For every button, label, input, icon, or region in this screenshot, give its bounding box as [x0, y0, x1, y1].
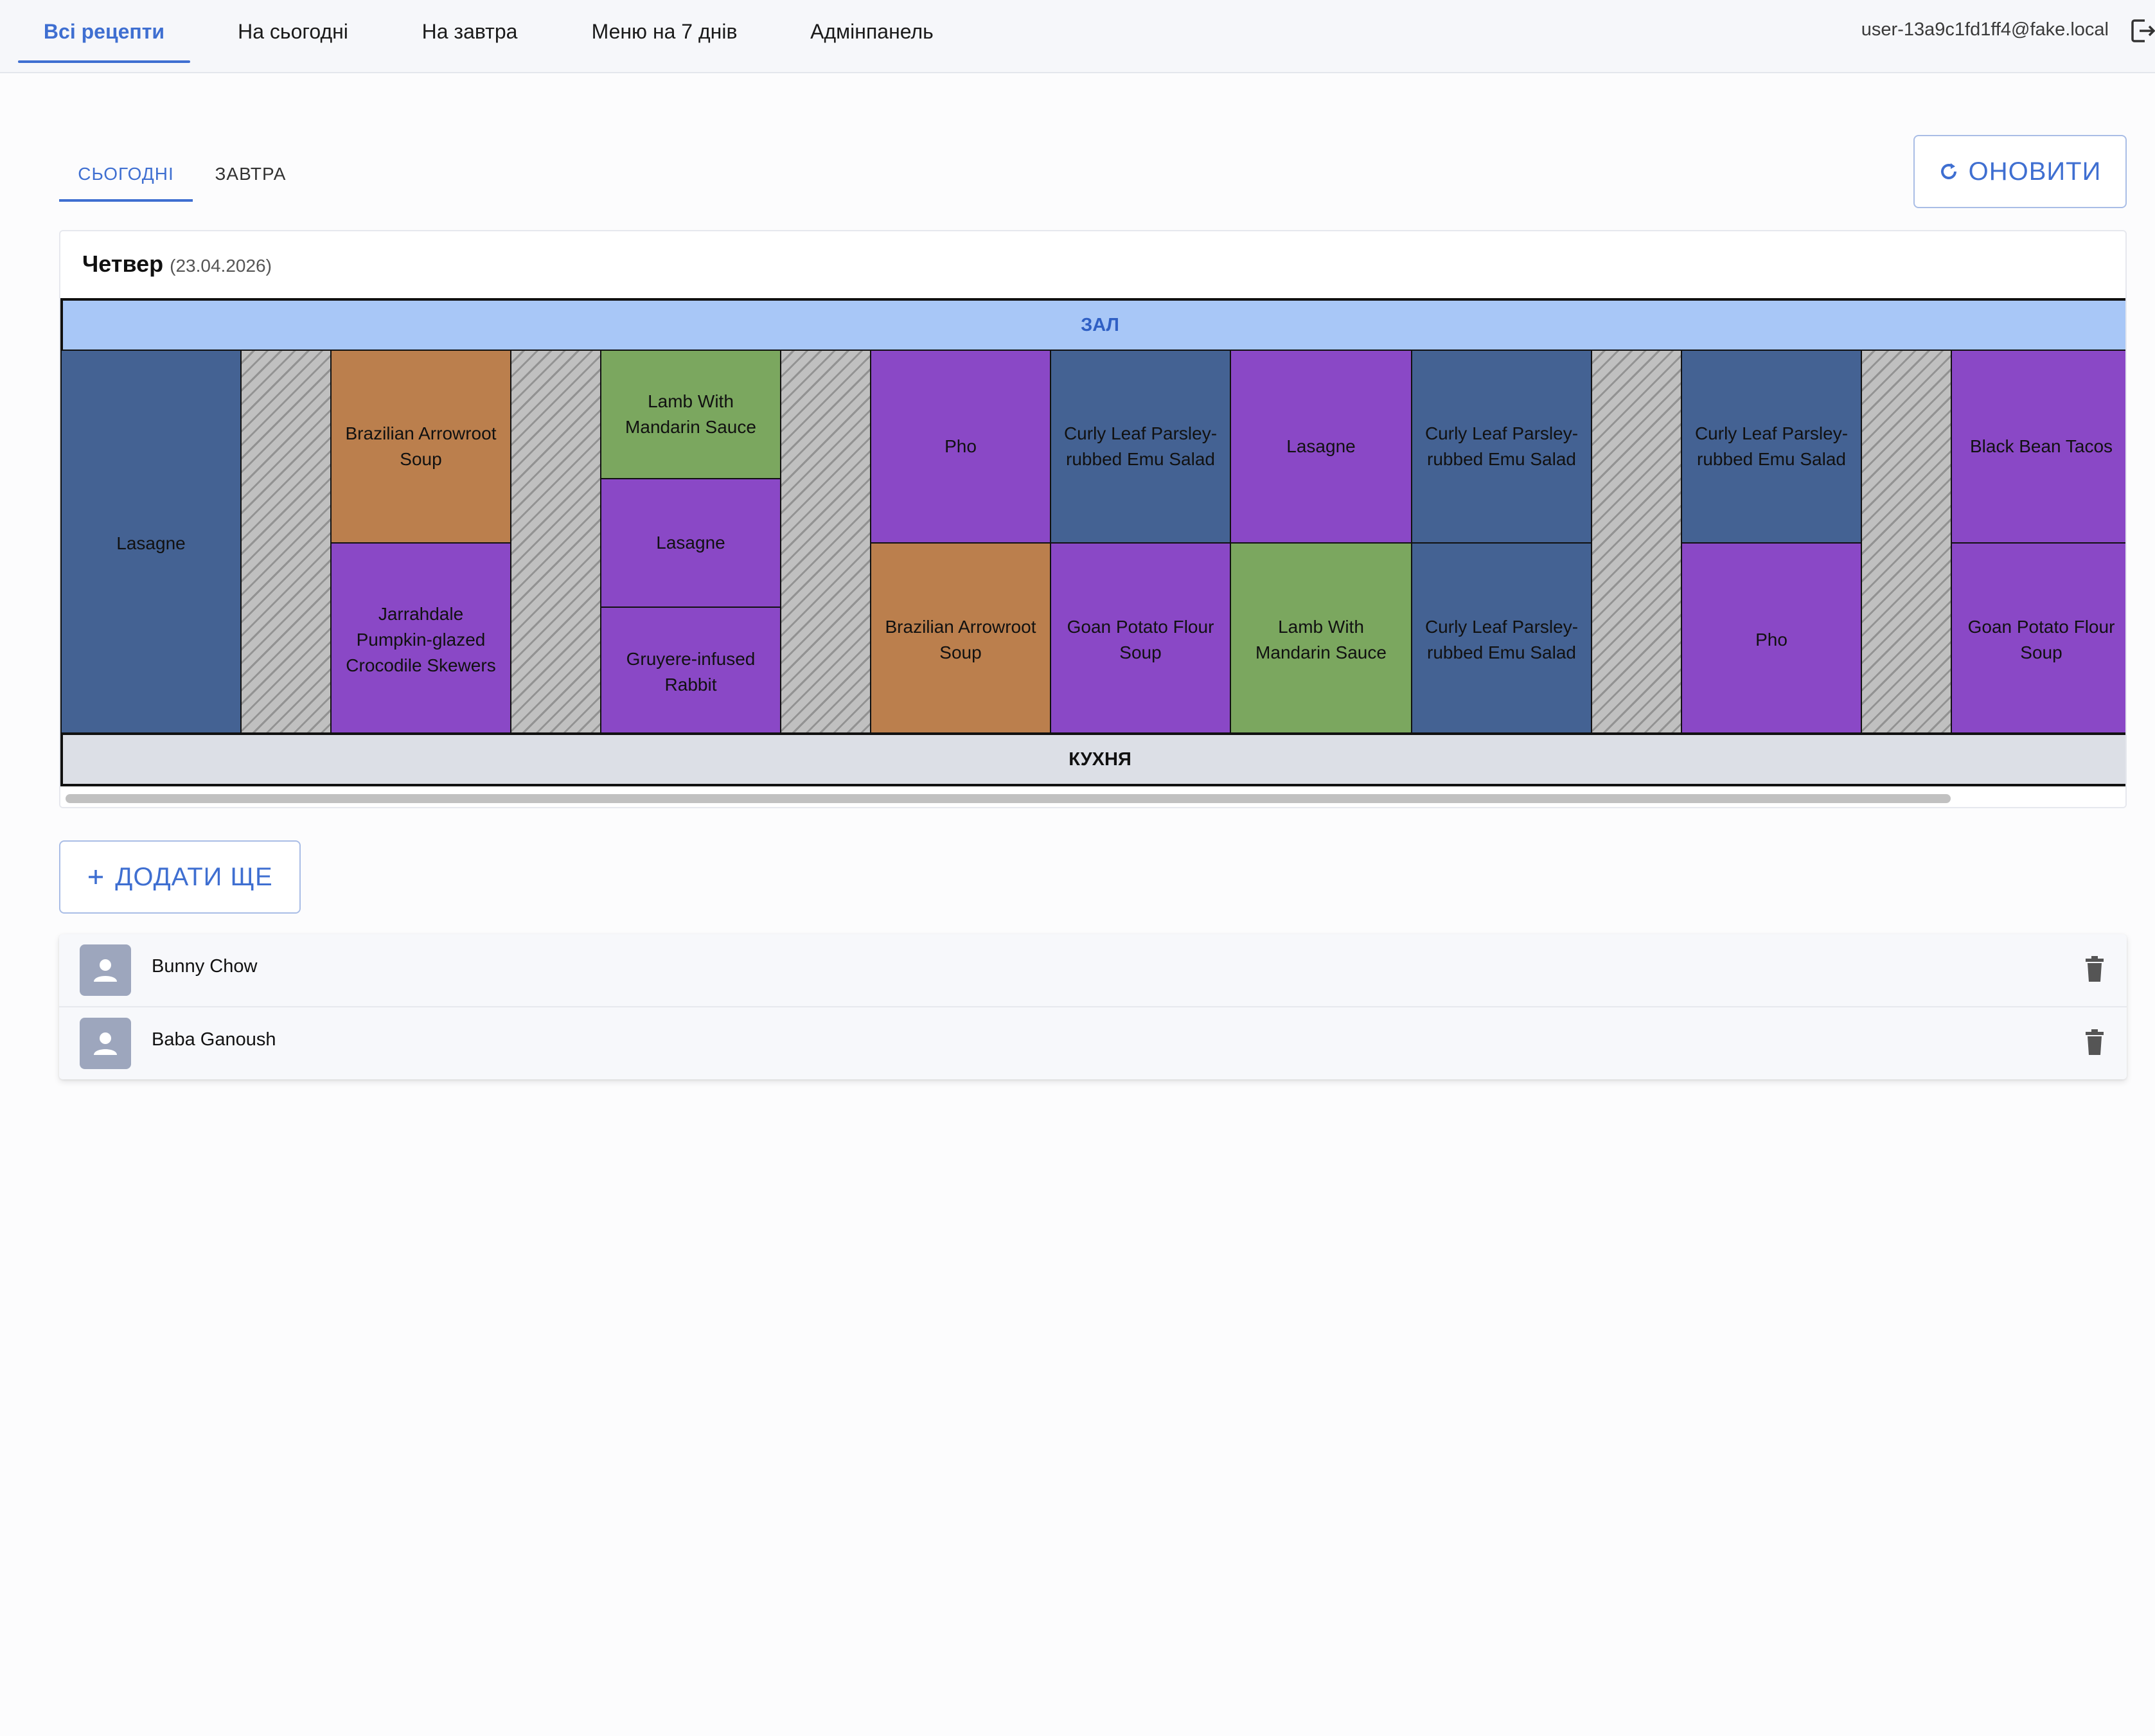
schedule-cell[interactable]: Gruyere-infused Rabbit: [600, 607, 781, 738]
schedule-cell[interactable]: Curly Leaf Parsley-rubbed Emu Salad: [1411, 350, 1592, 544]
schedule-cell[interactable]: Curly Leaf Parsley-rubbed Emu Salad: [1050, 350, 1231, 544]
empty-slot: [780, 350, 871, 738]
nav-tab-today[interactable]: На сьогодні: [218, 0, 368, 63]
schedule-day: Четвер: [82, 251, 164, 277]
refresh-button[interactable]: ОНОВИТИ: [1913, 135, 2127, 208]
empty-slot: [1591, 350, 1682, 738]
nav-tab-admin-panel[interactable]: Адмінпанель: [793, 0, 951, 63]
schedule-cell[interactable]: Black Bean Tacos: [1951, 350, 2125, 544]
user-email: user-13a9c1fd1ff4@fake.local: [1861, 19, 2109, 40]
kitchen-label: КУХНЯ: [1069, 748, 1131, 770]
schedule-cell[interactable]: Jarrahdale Pumpkin-glazed Crocodile Skew…: [330, 542, 511, 738]
schedule-cell[interactable]: Goan Potato Flour Soup: [1050, 542, 1231, 738]
list-item[interactable]: Baba Ganoush: [59, 1006, 2127, 1078]
logout-icon[interactable]: [2129, 17, 2155, 45]
schedule-cell[interactable]: Pho: [1681, 542, 1862, 738]
schedule-card: Четвер (23.04.2026) ЗАЛ Lasagne Brazilian…: [59, 230, 2127, 808]
schedule-cell[interactable]: Brazilian Arrowroot Soup: [330, 350, 511, 544]
schedule-cell[interactable]: Brazilian Arrowroot Soup: [870, 542, 1051, 738]
schedule-cell[interactable]: Lamb With Mandarin Sauce: [1230, 542, 1412, 738]
list-item-label: Baba Ganoush: [152, 1029, 276, 1050]
hall-band: ЗАЛ: [60, 298, 2125, 352]
avatar: [80, 1018, 131, 1069]
subtab-today[interactable]: СЬОГОДНІ: [59, 146, 193, 202]
schedule-cell[interactable]: Lasagne: [600, 478, 781, 608]
schedule-heading: Четвер (23.04.2026): [82, 251, 272, 278]
kitchen-band: КУХНЯ: [60, 732, 2125, 786]
nav-tab-7-day-menu[interactable]: Меню на 7 днів: [577, 0, 752, 63]
empty-slot: [1861, 350, 1952, 738]
schedule-cell[interactable]: Pho: [870, 350, 1051, 544]
trash-icon[interactable]: [2082, 955, 2107, 983]
schedule-cell[interactable]: Lamb With Mandarin Sauce: [600, 350, 781, 479]
person-icon: [94, 1032, 117, 1055]
empty-slot: [510, 350, 601, 738]
nav-tab-all-recipes[interactable]: Всі рецепти: [18, 0, 190, 63]
add-more-button[interactable]: ДОДАТИ ЩЕ: [59, 840, 301, 914]
top-navigation: Всі рецепти На сьогодні На завтра Меню н…: [0, 0, 2155, 73]
list-item-label: Bunny Chow: [152, 956, 258, 977]
nav-tab-tomorrow[interactable]: На завтра: [402, 0, 537, 63]
schedule-cell[interactable]: Goan Potato Flour Soup: [1951, 542, 2125, 738]
dish-list: Bunny Chow Baba Ganoush: [59, 934, 2127, 1079]
scrollbar-thumb[interactable]: [66, 794, 1951, 803]
refresh-icon: [1940, 163, 1956, 179]
person-icon: [94, 959, 117, 982]
plus-icon: [89, 870, 103, 884]
add-more-label: ДОДАТИ ЩЕ: [115, 862, 273, 891]
empty-slot: [240, 350, 332, 738]
hall-label: ЗАЛ: [1081, 314, 1119, 335]
schedule-cell[interactable]: Lasagne: [1230, 350, 1412, 544]
schedule-cell[interactable]: Curly Leaf Parsley-rubbed Emu Salad: [1681, 350, 1862, 544]
subtab-tomorrow[interactable]: ЗАВТРА: [203, 146, 298, 202]
schedule-date: (23.04.2026): [170, 256, 272, 276]
schedule-cell[interactable]: Lasagne: [60, 350, 242, 738]
refresh-label: ОНОВИТИ: [1968, 157, 2102, 186]
schedule-cell[interactable]: Curly Leaf Parsley-rubbed Emu Salad: [1411, 542, 1592, 738]
trash-icon[interactable]: [2082, 1028, 2107, 1056]
seating-grid: ЗАЛ Lasagne Brazilian Arrowroot Soup Jar…: [60, 298, 2125, 789]
list-item[interactable]: Bunny Chow: [59, 934, 2127, 1006]
avatar: [80, 944, 131, 996]
